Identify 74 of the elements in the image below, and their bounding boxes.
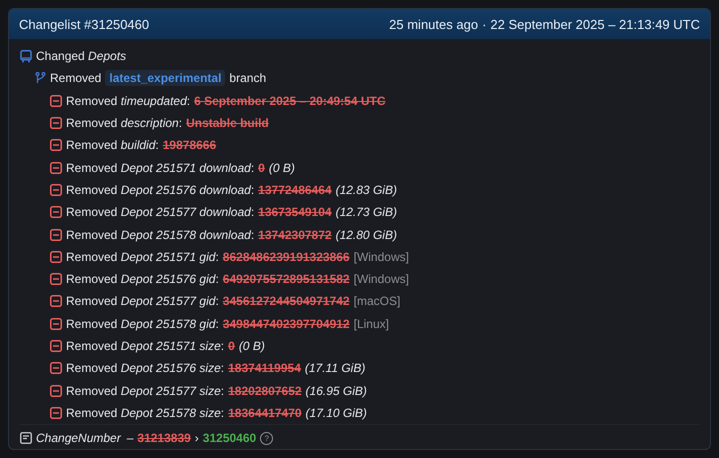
platform-tag: [Windows]	[354, 272, 409, 286]
old-value: 6 September 2025 – 20:49:54 UTC	[194, 94, 386, 108]
change-label: Removed Depot 251578 gid:	[66, 316, 219, 331]
old-value: 13673549104	[258, 205, 332, 220]
change-label: Removed Depot 251571 gid:	[66, 250, 219, 264]
old-value: 13772486464	[258, 182, 332, 197]
old-value: 0	[228, 339, 235, 353]
old-value: Unstable build	[186, 116, 269, 130]
change-label: Removed Depot 251571 download:	[66, 160, 254, 175]
removed-icon	[50, 117, 62, 130]
size-note: (12.73 GiB)	[336, 205, 397, 220]
removed-icon	[50, 273, 62, 286]
size-note: (0 B)	[238, 339, 265, 353]
size-note: (16.95 GiB)	[306, 384, 367, 398]
old-value: 8628486239191323866	[222, 250, 350, 264]
removed-icon	[50, 228, 62, 241]
branch-icon	[35, 72, 46, 84]
size-note: (17.11 GiB)	[304, 361, 366, 376]
size-note: (12.83 GiB)	[336, 182, 397, 197]
size-note: (17.10 GiB)	[306, 406, 367, 420]
removed-icon	[50, 362, 62, 374]
platform-tag: [Windows]	[354, 250, 409, 264]
removed-icon	[50, 340, 62, 352]
change-label: Removed Depot 251571 size:	[66, 339, 224, 353]
timestamp: 22 September 2025 – 21:13:49 UTC	[490, 16, 700, 32]
removed-icon	[50, 162, 62, 174]
arrow-icon: ›	[194, 431, 199, 446]
removed-icon	[50, 384, 62, 397]
removed-icon	[50, 139, 62, 152]
removed-icon	[50, 295, 62, 308]
old-value: 18364417470	[228, 406, 302, 420]
removed-icon	[50, 206, 62, 218]
new-value: 31250460	[202, 431, 256, 446]
size-note: (0 B)	[268, 160, 295, 175]
platform-tag: [macOS]	[354, 294, 400, 308]
removed-icon	[50, 250, 62, 263]
change-label: Removed Depot 251576 size:	[66, 361, 224, 376]
change-label: Removed timeupdated:	[66, 94, 190, 108]
change-label: Removed buildid:	[66, 138, 159, 152]
change-label: Removed Depot 251576 gid:	[66, 272, 219, 286]
change-label: Removed Depot 251577 gid:	[66, 294, 219, 308]
relative-time: 25 minutes ago	[389, 16, 478, 32]
branch-action: Removed	[50, 71, 102, 86]
change-number-label: ChangeNumber	[36, 431, 122, 446]
dash-separator: –	[126, 431, 134, 446]
removed-icon	[50, 318, 62, 330]
branch-name: latest_experimental	[105, 70, 226, 86]
changelist-title: Changelist #31250460	[19, 16, 150, 32]
change-label: Removed description:	[66, 116, 182, 130]
old-value: 6492075572895131582	[222, 272, 350, 286]
removed-icon	[50, 184, 62, 196]
old-value: 31213839	[137, 431, 191, 446]
old-value: 3498447402397704912	[222, 316, 350, 331]
document-icon	[20, 432, 32, 444]
change-label: Removed Depot 251577 download:	[66, 205, 254, 220]
size-note: (12.80 GiB)	[336, 228, 397, 242]
change-label: Removed Depot 251577 size:	[66, 384, 224, 398]
change-label: Removed Depot 251576 download:	[66, 182, 254, 197]
separator-dot: ·	[482, 16, 486, 32]
help-icon[interactable]: ?	[260, 432, 274, 445]
section-label: Changed Depots	[36, 49, 126, 64]
old-value: 18374119954	[228, 361, 301, 376]
change-label: Removed Depot 251578 size:	[66, 406, 224, 420]
platform-tag: [Linux]	[354, 316, 389, 331]
old-value: 0	[258, 160, 265, 175]
removed-icon	[50, 406, 62, 419]
old-value: 19878666	[162, 138, 216, 152]
old-value: 13742307872	[258, 228, 332, 242]
old-value: 18202807652	[228, 384, 302, 398]
depot-icon	[20, 50, 32, 63]
old-value: 3456127244504971742	[222, 294, 350, 308]
removed-icon	[50, 94, 62, 107]
branch-suffix: branch	[229, 71, 266, 86]
change-label: Removed Depot 251578 download:	[66, 228, 254, 242]
